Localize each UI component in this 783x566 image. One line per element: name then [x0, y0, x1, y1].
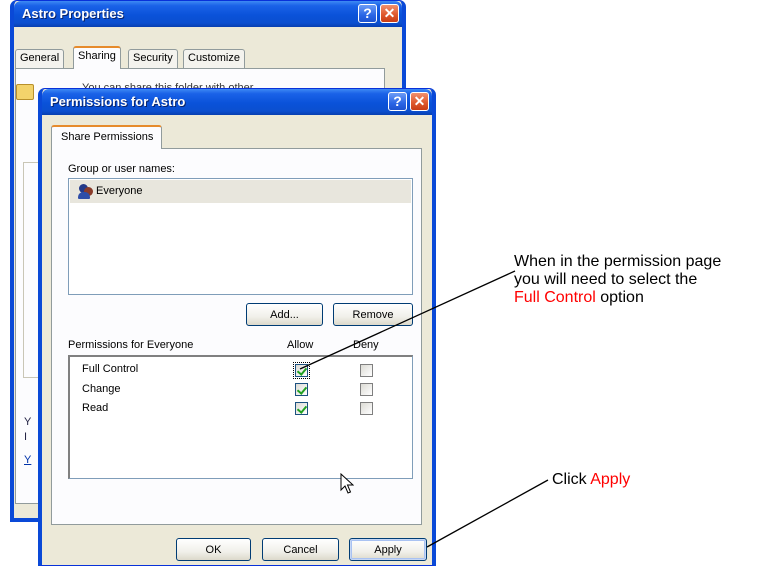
permission-annotation: When in the permission page you will nee… [514, 253, 721, 307]
apply-highlight: Apply [590, 471, 631, 488]
click-text: Click [552, 471, 591, 488]
permission-annotation-line3: Full Control option [514, 289, 721, 307]
permission-annotation-line2: you will need to select the [514, 271, 698, 288]
apply-annotation: Click Apply [552, 471, 630, 489]
full-control-highlight: Full Control [514, 289, 596, 306]
option-text: option [595, 289, 644, 306]
permission-annotation-line1: When in the permission page [514, 253, 722, 270]
tab-share-permissions[interactable]: Share Permissions [51, 125, 162, 149]
pointer-line-full-control [299, 270, 516, 370]
pointer-line-apply [426, 479, 549, 548]
tab-sharing[interactable]: Sharing [73, 46, 121, 69]
